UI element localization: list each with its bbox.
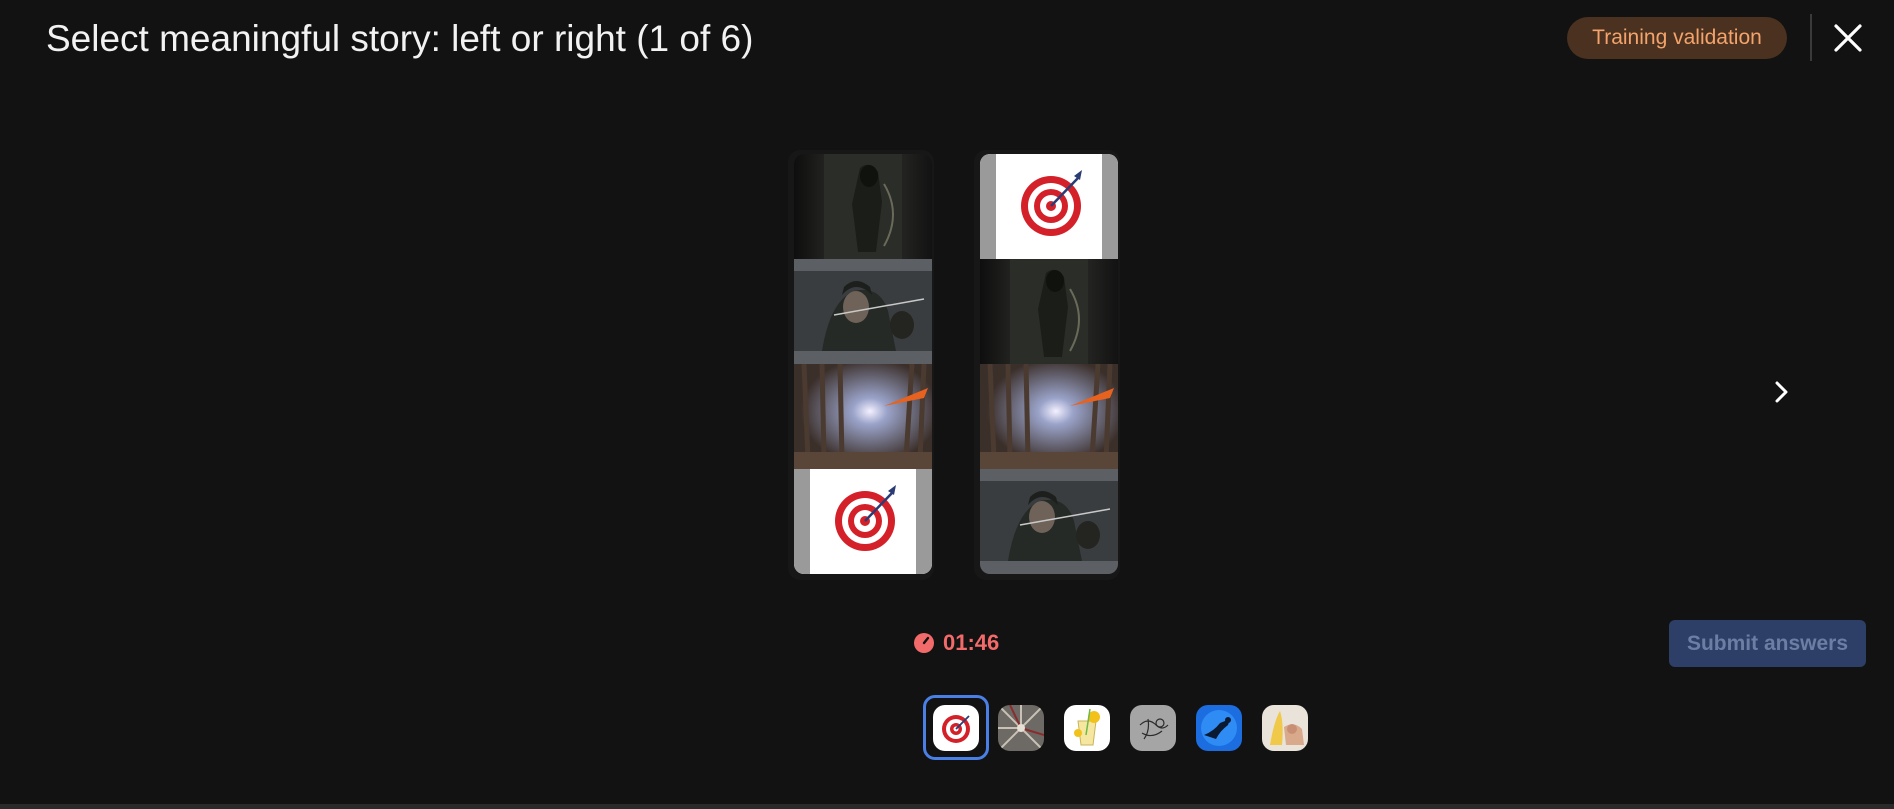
bottom-divider <box>0 804 1894 809</box>
frame-hooded-archer-standing <box>980 259 1118 364</box>
frame-target-arrow-bullseye <box>794 469 932 574</box>
chevron-right-icon <box>1775 381 1788 403</box>
thumbnail-target[interactable] <box>933 705 979 751</box>
close-button[interactable] <box>1830 18 1866 58</box>
page-title: Select meaningful story: left or right (… <box>46 18 754 59</box>
thumbnail-sketch[interactable] <box>1130 705 1176 751</box>
story-left[interactable] <box>788 150 934 580</box>
thumbnail-banana-hand[interactable] <box>1262 705 1308 751</box>
header-divider <box>1810 14 1812 61</box>
frame-target-arrow-bullseye <box>980 154 1118 259</box>
frame-archer-drawing-bow <box>980 469 1118 574</box>
stopwatch-icon <box>914 633 934 653</box>
frame-hooded-archer-standing <box>794 154 932 259</box>
timer: 01:46 <box>913 628 999 658</box>
thumbnail-diver[interactable] <box>1196 705 1242 751</box>
next-button[interactable] <box>1768 375 1796 409</box>
thumbnail-lemonade[interactable] <box>1064 705 1110 751</box>
training-validation-badge: Training validation <box>1567 17 1787 59</box>
story-right-frames <box>980 154 1118 574</box>
frame-arrow-flying-forest <box>794 364 932 469</box>
timer-value: 01:46 <box>943 630 1000 655</box>
frame-arrow-flying-forest <box>980 364 1118 469</box>
thumbnail-tunnel[interactable] <box>998 705 1044 751</box>
story-right[interactable] <box>974 150 1120 580</box>
story-left-frames <box>794 154 932 574</box>
submit-answers-button[interactable]: Submit answers <box>1669 620 1866 667</box>
close-icon <box>1834 24 1862 52</box>
frame-archer-drawing-bow <box>794 259 932 364</box>
